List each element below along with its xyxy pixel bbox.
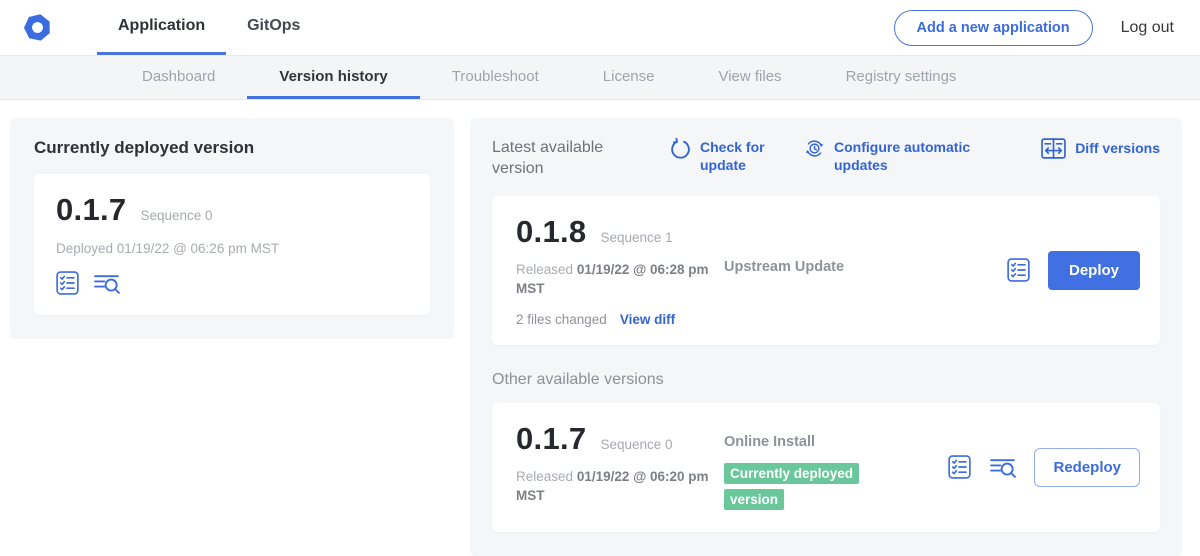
logout-link[interactable]: Log out [1121,19,1174,37]
top-bar-right: Add a new application Log out [894,0,1174,55]
other-available-versions-title: Other available versions [492,371,1160,389]
tab-license[interactable]: License [571,56,687,99]
tab-dashboard[interactable]: Dashboard [110,56,247,99]
available-versions-header: Latest available version Check for updat… [492,138,1160,180]
view-diff-link[interactable]: View diff [620,312,675,327]
latest-version-released-timestamp: Released 01/19/22 @ 06:28 pm MST [516,260,714,299]
latest-version-source: Upstream Update [724,259,1007,275]
deploy-button[interactable]: Deploy [1048,251,1140,290]
files-changed-count: 2 files changed [516,312,607,327]
top-tab-gitops[interactable]: GitOps [226,0,321,55]
add-new-application-button[interactable]: Add a new application [894,10,1093,46]
app-subnav: Dashboard Version history Troubleshoot L… [0,56,1200,100]
view-diff-files-icon[interactable] [93,272,120,295]
tab-version-history[interactable]: Version history [247,56,419,99]
latest-version-number: 0.1.8 [516,214,586,250]
currently-deployed-badge: Currently deployed version [724,463,859,510]
current-version-deployed-timestamp: Deployed 01/19/22 @ 06:26 pm MST [56,241,408,256]
tab-registry-settings[interactable]: Registry settings [814,56,989,99]
current-version-sequence: Sequence 0 [140,208,212,223]
available-versions-panel: Latest available version Check for updat… [470,118,1182,556]
tab-view-files[interactable]: View files [686,56,813,99]
other-version-sequence: Sequence 0 [600,437,672,452]
view-config-icon[interactable] [56,271,79,295]
current-version-number: 0.1.7 [56,192,126,228]
other-version-released-timestamp: Released 01/19/22 @ 06:20 pm MST [516,467,714,506]
latest-version-config-icon[interactable] [1007,258,1030,282]
redeploy-button[interactable]: Redeploy [1034,448,1140,487]
other-version-diff-files-icon[interactable] [989,456,1016,479]
latest-version-sequence: Sequence 1 [600,230,672,245]
other-version-number: 0.1.7 [516,421,586,457]
check-for-update-button[interactable]: Check for update [670,138,774,174]
currently-deployed-panel: Currently deployed version 0.1.7 Sequenc… [10,118,454,339]
other-version-config-icon[interactable] [948,455,971,479]
other-version-card: 0.1.7 Sequence 0 Released 01/19/22 @ 06:… [492,403,1160,532]
refresh-icon [670,138,691,174]
currently-deployed-title: Currently deployed version [34,138,430,158]
configure-automatic-updates-button[interactable]: Configure automatic updates [804,138,976,174]
main-content: Currently deployed version 0.1.7 Sequenc… [0,100,1200,556]
app-logo-icon [22,0,53,55]
top-tab-application[interactable]: Application [97,0,226,55]
latest-version-card: 0.1.8 Sequence 1 Released 01/19/22 @ 06:… [492,196,1160,345]
latest-available-title: Latest available version [492,138,640,180]
clock-refresh-icon [804,138,825,174]
other-version-source: Online Install [724,434,948,450]
top-nav: Application GitOps [97,0,321,55]
tab-troubleshoot[interactable]: Troubleshoot [420,56,571,99]
top-bar: Application GitOps Add a new application… [0,0,1200,56]
diff-versions-button[interactable]: Diff versions [1041,138,1160,159]
current-version-card: 0.1.7 Sequence 0 Deployed 01/19/22 @ 06:… [34,174,430,315]
diff-versions-icon [1041,138,1066,159]
